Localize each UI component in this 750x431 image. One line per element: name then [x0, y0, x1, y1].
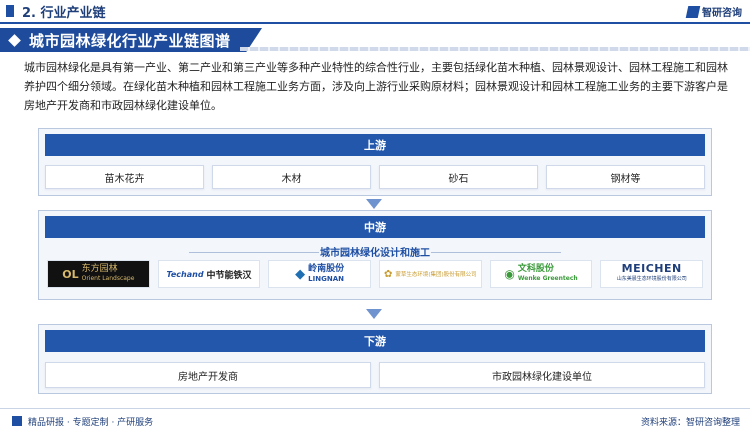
upstream-items: 苗木花卉 木材 砂石 钢材等 [45, 165, 705, 189]
company-logo-wenke: ◉ 文科股份 Wenke Greentech [489, 260, 593, 288]
company-subname: 山东美晨生态环境股份有限公司 [616, 276, 687, 282]
upstream-header: 上游 [45, 134, 705, 156]
company-logo-techand: Techand 中节能铁汉 [157, 260, 261, 288]
mengcao-mark-icon: ✿ [384, 268, 393, 280]
downstream-item: 市政园林绿化建设单位 [379, 362, 705, 388]
company-subname: Techand [166, 269, 204, 279]
description-text: 城市园林绿化是具有第一产业、第二产业和第三产业等多种产业特性的综合性行业，主要包… [24, 61, 728, 112]
brand-logo: 智研咨询 [685, 4, 742, 19]
bottom-divider [0, 408, 750, 409]
footer-mark-icon [12, 416, 22, 426]
top-divider [0, 22, 750, 24]
company-logo-lingnan: ◆ 岭南股份 LINGNAN [268, 260, 372, 288]
company-name: 蒙草生态环境(集团)股份有限公司 [395, 272, 477, 278]
title-row: 城市园林绿化行业产业链图谱 [0, 28, 750, 52]
upstream-item: 钢材等 [546, 165, 705, 189]
company-subname: Orient Landscape [81, 275, 135, 282]
company-subname: Wenke Greentech [517, 275, 578, 282]
wenke-mark-icon: ◉ [504, 267, 515, 281]
footer-services: 精品研报 · 专题定制 · 产研服务 [28, 417, 154, 428]
upstream-panel: 上游 苗木花卉 木材 砂石 钢材等 [38, 128, 712, 196]
title-banner: 城市园林绿化行业产业链图谱 [0, 28, 262, 52]
section-marker-icon [6, 5, 14, 17]
company-name: 文科股份 [517, 264, 554, 274]
lingnan-mark-icon: ◆ [295, 266, 306, 282]
downstream-panel: 下游 房地产开发商 市政园林绿化建设单位 [38, 324, 712, 394]
downstream-item: 房地产开发商 [45, 362, 371, 388]
company-logos: OL 东方园林 Orient Landscape Techand 中节能铁汉 ◆… [47, 260, 704, 288]
company-subname: LINGNAN [308, 275, 344, 283]
arrow-down-icon [366, 309, 382, 319]
diamond-icon [8, 33, 21, 47]
downstream-header: 下游 [45, 330, 705, 352]
orient-landscape-mark-icon: OL [62, 267, 79, 281]
upstream-item: 木材 [212, 165, 371, 189]
company-name: 中节能铁汉 [206, 270, 252, 281]
arrow-down-icon [366, 199, 382, 209]
company-name: 岭南股份 [308, 264, 345, 274]
brand-name: 智研咨询 [702, 8, 742, 19]
company-logo-meichen: MEICHEN 山东美晨生态环境股份有限公司 [600, 260, 704, 288]
page-title: 城市园林绿化行业产业链图谱 [29, 31, 231, 50]
top-bar: 2. 行业产业链 智研咨询 [0, 0, 750, 22]
midstream-subtitle: 城市园林绿化设计和施工 [320, 248, 430, 259]
company-logo-orient-landscape: OL 东方园林 Orient Landscape [47, 260, 150, 288]
upstream-item: 砂石 [379, 165, 538, 189]
company-name: 东方园林 [81, 264, 118, 274]
company-logo-mengcao: ✿ 蒙草生态环境(集团)股份有限公司 [379, 260, 482, 288]
company-name: MEICHEN [621, 262, 682, 275]
brand-mark-icon [685, 5, 701, 18]
title-stripe [240, 47, 750, 51]
midstream-header: 中游 [45, 216, 705, 238]
footer-source: 资料来源：智研咨询整理 [640, 417, 740, 428]
footer: 精品研报 · 专题定制 · 产研服务 资料来源：智研咨询整理 [0, 411, 750, 431]
downstream-items: 房地产开发商 市政园林绿化建设单位 [45, 362, 705, 388]
section-label: 2. 行业产业链 [22, 5, 106, 21]
midstream-panel: 中游 城市园林绿化设计和施工 OL 东方园林 Orient Landscape … [38, 210, 712, 300]
upstream-item: 苗木花卉 [45, 165, 204, 189]
